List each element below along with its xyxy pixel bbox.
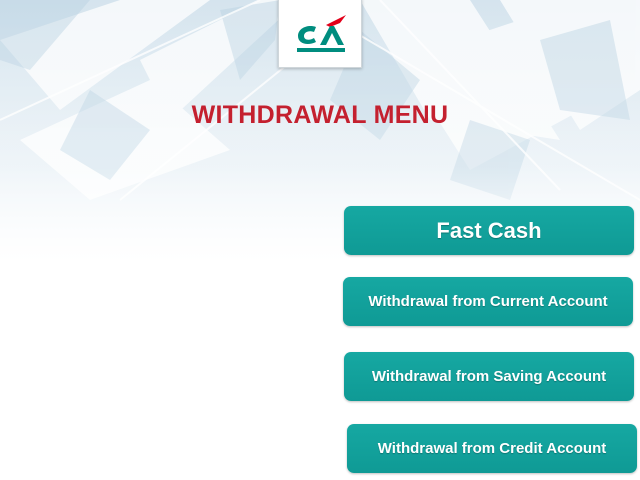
credit-agricole-logo-icon — [297, 15, 346, 52]
withdraw-current-account-label: Withdrawal from Current Account — [368, 293, 608, 310]
withdraw-credit-account-label: Withdrawal from Credit Account — [377, 440, 607, 457]
bank-logo — [278, 0, 362, 68]
fast-cash-button[interactable]: Fast Cash — [344, 206, 634, 255]
page-title: WITHDRAWAL MENU — [191, 101, 449, 129]
withdraw-saving-account-button[interactable]: Withdrawal from Saving Account — [344, 352, 634, 401]
withdraw-current-account-button[interactable]: Withdrawal from Current Account — [343, 277, 633, 326]
fast-cash-label: Fast Cash — [436, 217, 542, 243]
withdraw-credit-account-button[interactable]: Withdrawal from Credit Account — [347, 424, 637, 473]
withdraw-saving-account-label: Withdrawal from Saving Account — [371, 368, 607, 385]
